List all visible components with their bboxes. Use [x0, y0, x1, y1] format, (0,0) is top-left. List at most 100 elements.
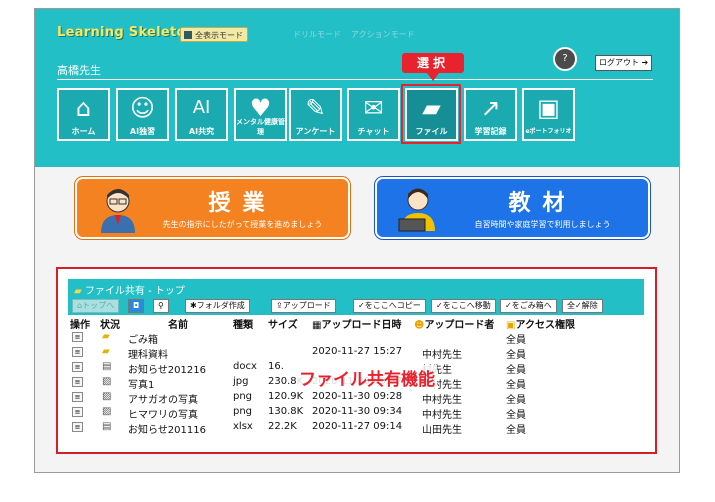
cell-name[interactable]: お知らせ201116 — [128, 421, 206, 436]
material-subtitle: 自習時間や家庭学習で利用しましょう — [474, 220, 611, 229]
table-row[interactable]: ≡ ▰ 理科資料 2020-11-27 15:27 中村先生 全員 — [68, 346, 644, 361]
to-trash-button[interactable]: ✓をごみ箱へ — [500, 299, 557, 313]
material-title: 教材 — [508, 191, 577, 216]
nav-portfolio[interactable]: ▣ eポートフォリオ — [522, 88, 575, 141]
cell-date: 2020-11-27 09:14 — [312, 421, 403, 432]
doc-icon: ▤ — [102, 421, 112, 432]
user-icon: ☻ — [414, 320, 425, 331]
cell-date: 2020-11-27 15:27 — [312, 346, 403, 357]
cell-uploader: 中村先生 — [422, 410, 462, 421]
cell-access: 全員 — [506, 410, 526, 421]
cell-date: 2020-11-30 09:34 — [312, 406, 403, 417]
ai-search-icon: AI — [192, 97, 211, 118]
toggle-all-button[interactable]: 全✓解除 — [562, 299, 603, 313]
logout-label: ログアウト — [599, 58, 639, 67]
header-divider — [57, 79, 653, 80]
table-row[interactable]: ≡ ▤ お知らせ201116 xlsx 22.2K 2020-11-27 09:14 山田先… — [68, 421, 644, 436]
select-badge-pointer — [427, 73, 439, 81]
cell-name[interactable]: ヒマワリの写真 — [128, 406, 198, 421]
cell-uploader: 中村先生 — [422, 350, 462, 361]
cell-date: 2020-11-30 09:28 — [312, 391, 403, 402]
cell-access: 全員 — [506, 335, 526, 346]
cell-name[interactable]: お知らせ201216 — [128, 361, 206, 376]
nav-ai-self-study[interactable]: ☺ AI独習 — [116, 88, 169, 141]
file-share-feature-label: ファイル共有機能 — [297, 365, 437, 390]
logout-button[interactable]: ログアウト ➔ — [595, 55, 653, 71]
nav-chat[interactable]: ✉ チャット — [347, 88, 400, 141]
cell-type: docx — [233, 361, 257, 372]
cell-name[interactable]: アサガオの写真 — [128, 391, 198, 406]
new-folder-icon: ✱ — [190, 301, 197, 310]
cell-type: png — [233, 391, 253, 402]
row-menu-icon[interactable]: ≡ — [72, 422, 83, 432]
mode-action-label: アクションモード — [351, 30, 415, 39]
mode-drill[interactable]: ドリルモード — [279, 27, 345, 42]
mode-drill-label: ドリルモード — [293, 30, 341, 39]
question-icon[interactable]: ? — [553, 47, 577, 71]
cell-access: 全員 — [506, 380, 526, 391]
header-size: サイズ — [268, 320, 298, 331]
nav-ai-research[interactable]: AI AI共究 — [175, 88, 228, 141]
top-button[interactable]: ⌂トップへ — [72, 299, 120, 313]
nav-label: メンタル健康管理 — [236, 118, 285, 136]
nav-survey[interactable]: ✎ アンケート — [289, 88, 342, 141]
row-menu-icon[interactable]: ≡ — [72, 377, 83, 387]
folder-icon: ▰ — [102, 346, 110, 357]
row-menu-icon[interactable]: ≡ — [72, 362, 83, 372]
table-row[interactable]: ≡ ▨ アサガオの写真 png 120.9K 2020-11-30 09:28 中村先生 全員 — [68, 391, 644, 406]
cell-access: 全員 — [506, 350, 526, 361]
mode-action[interactable]: アクションモード — [337, 27, 419, 42]
search-icon[interactable]: ⚲ — [153, 299, 169, 313]
cell-size: 22.2K — [268, 421, 297, 432]
table-row[interactable]: ≡ ▰ ごみ箱 全員 — [68, 331, 644, 346]
table-row[interactable]: ≡ ▨ ヒマワリの写真 png 130.8K 2020-11-30 09:34 中村先生 全員 — [68, 406, 644, 421]
grid-icon — [184, 31, 192, 39]
row-menu-icon[interactable]: ≡ — [72, 347, 83, 357]
cell-uploader: 山田先生 — [422, 425, 462, 436]
selection-highlight — [401, 84, 461, 144]
nav-label: ホーム — [71, 127, 96, 136]
cell-name[interactable]: ごみ箱 — [128, 331, 158, 346]
lesson-title: 授業 — [208, 191, 277, 216]
copy-here-button[interactable]: ✓をここへコピー — [353, 299, 426, 313]
row-menu-icon[interactable]: ≡ — [72, 407, 83, 417]
teacher-name: 高橋先生 — [57, 64, 101, 77]
header-date: ▦アップロード日時 — [312, 316, 401, 331]
material-button[interactable]: 教材 自習時間や家庭学習で利用しましょう — [375, 177, 650, 239]
mode-all[interactable]: 全表示モード — [180, 27, 248, 42]
image-icon: ▨ — [102, 406, 112, 417]
cell-uploader: 中村先生 — [422, 395, 462, 406]
row-menu-icon[interactable]: ≡ — [72, 332, 83, 342]
move-here-button[interactable]: ✓をここへ移動 — [431, 299, 496, 313]
nav-label: 学習記録 — [474, 127, 507, 136]
chat-icon: ✉ — [363, 94, 384, 122]
upload-label: アップロード — [282, 301, 331, 310]
cell-name[interactable]: 理科資料 — [128, 346, 168, 361]
nav-home[interactable]: ⌂ ホーム — [57, 88, 110, 141]
header-access-label: アクセス権限 — [515, 320, 575, 331]
portfolio-icon: ▣ — [537, 94, 560, 122]
image-icon: ▨ — [102, 376, 112, 387]
cell-type: xlsx — [233, 421, 253, 432]
refresh-icon[interactable]: ◘ — [128, 299, 145, 313]
row-menu-icon[interactable]: ≡ — [72, 392, 83, 402]
cell-size: 120.9K — [268, 391, 304, 402]
header-uploader: ☻アップロード者 — [414, 316, 494, 331]
top-button-label: トップへ — [82, 301, 115, 310]
upload-button[interactable]: ⇪アップロード — [271, 299, 336, 313]
cell-type: jpg — [233, 376, 249, 387]
file-share-title: ▰ ファイル共有 - トップ — [74, 282, 185, 297]
nav-learning-record[interactable]: ↗ 学習記録 — [464, 88, 517, 141]
lesson-button[interactable]: 授業 先生の指示にしたがって授業を進めましょう — [75, 177, 350, 239]
folder-icon: ▰ — [102, 331, 110, 342]
file-toolbar: ▰ ファイル共有 - トップ ⌂トップへ ◘ ⚲ ✱フォルダ作成 ⇪アップロード… — [68, 279, 644, 315]
select-badge: 選択 — [402, 53, 464, 73]
new-folder-button[interactable]: ✱フォルダ作成 — [185, 299, 250, 313]
nav-label: AI共究 — [188, 127, 215, 136]
home-icon: ⌂ — [75, 94, 92, 122]
header-type: 種類 — [233, 320, 253, 331]
file-share-panel: ▰ ファイル共有 - トップ ⌂トップへ ◘ ⚲ ✱フォルダ作成 ⇪アップロード… — [56, 267, 657, 454]
cell-name[interactable]: 写真1 — [128, 376, 154, 391]
nav-mental-health[interactable]: ♥ メンタル健康管理 — [234, 88, 287, 141]
app-window: Learning Skeleton 全表示モード ドリルモード アクションモード… — [34, 8, 680, 473]
